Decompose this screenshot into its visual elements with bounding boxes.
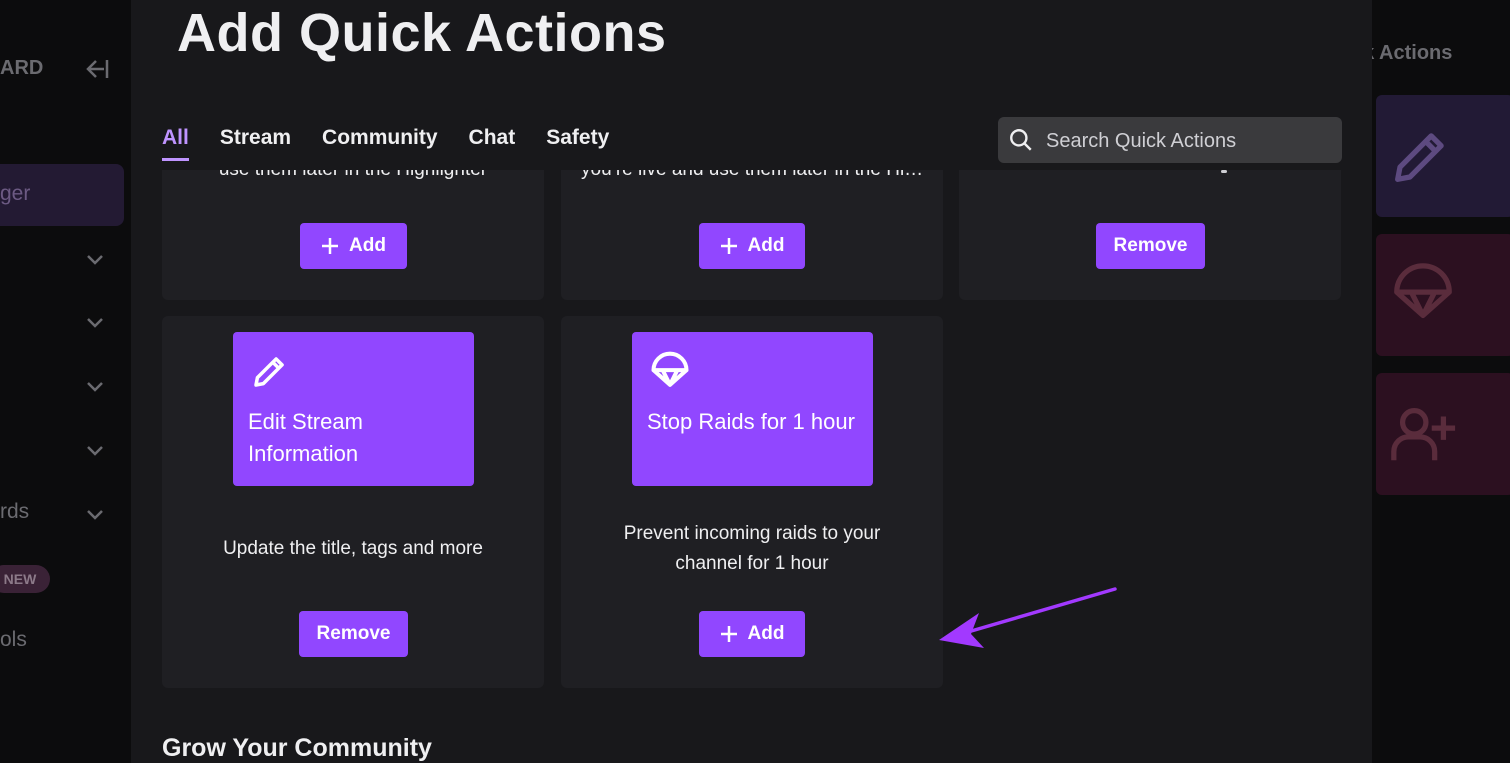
search-box[interactable]: [998, 117, 1342, 165]
background-left-nav: ARD ger rds NEW ols: [0, 0, 131, 763]
plus-icon: [720, 238, 737, 254]
quick-action-card-edit-stream-info: Edit Stream Information Update the title…: [162, 316, 544, 688]
tile-title: Edit Stream Information: [248, 409, 363, 466]
tile-title: Stop Raids for 1 hour: [647, 409, 855, 434]
card-description-line-2: channel for 1 hour: [675, 553, 829, 574]
section-heading: Grow Your Community: [162, 734, 432, 762]
nav-active-item-label: ger: [0, 182, 31, 205]
edit-stream-info-tile: Edit Stream Information: [233, 332, 474, 486]
stop-raids-tile: Stop Raids for 1 hour: [632, 332, 873, 486]
chevron-down-icon[interactable]: [84, 311, 106, 333]
tab-all[interactable]: All: [162, 126, 189, 161]
parachute-icon: [1394, 263, 1452, 319]
parachute-icon: [651, 351, 689, 387]
new-badge: NEW: [0, 565, 50, 593]
tab-chat[interactable]: Chat: [469, 126, 516, 161]
add-button-label: Add: [349, 235, 386, 256]
nav-tools-label: ols: [0, 628, 27, 651]
background-quick-actions-panel: ck Actions: [1352, 0, 1510, 763]
pencil-icon: [254, 357, 284, 387]
quick-action-card: you’re live and use them later in the Hi…: [561, 170, 943, 300]
raids-quick-action-tile[interactable]: [1376, 234, 1510, 356]
annotation-arrow-icon: [939, 587, 1117, 648]
remove-button[interactable]: Remove: [1096, 223, 1205, 269]
chevron-down-icon[interactable]: [84, 439, 106, 461]
add-button-label: Add: [747, 623, 785, 644]
add-button[interactable]: Add: [699, 223, 805, 269]
collapse-nav-icon[interactable]: [82, 57, 110, 86]
remove-button[interactable]: Remove: [299, 611, 408, 657]
tab-safety[interactable]: Safety: [546, 126, 609, 161]
plus-icon: [720, 626, 737, 642]
nav-dashboard-label: ARD: [0, 57, 44, 79]
nav-rewards-label: rds: [0, 500, 30, 523]
chevron-down-icon[interactable]: [84, 375, 106, 397]
add-user-icon: [1391, 408, 1456, 461]
pencil-icon: [1395, 133, 1444, 182]
add-button[interactable]: Add: [300, 223, 407, 269]
card-description: Update the title, tags and more: [223, 538, 483, 559]
card-description-line-1: Prevent incoming raids to your: [623, 523, 881, 544]
quick-action-card: use them later in the Highlighter Add: [162, 170, 544, 300]
quick-action-card-stop-raids: Stop Raids for 1 hour Prevent incoming r…: [561, 316, 943, 688]
quick-action-card: Remove: [959, 170, 1341, 300]
remove-button-label: Remove: [1113, 235, 1188, 256]
add-button[interactable]: Add: [699, 611, 805, 657]
plus-icon: [322, 238, 339, 254]
category-tabs: All Stream Community Chat Safety: [162, 126, 609, 161]
tab-stream[interactable]: Stream: [220, 126, 291, 161]
add-button-label: Add: [747, 235, 785, 256]
tab-community[interactable]: Community: [322, 126, 438, 161]
quick-actions-grid: use them later in the Highlighter Add yo…: [131, 170, 1372, 763]
modal-title: Add Quick Actions: [177, 3, 667, 63]
add-moderator-quick-action-tile[interactable]: [1376, 373, 1510, 495]
card-description: use them later in the Highlighter: [172, 170, 534, 185]
add-quick-actions-modal: Add Quick Actions All Stream Community C…: [131, 0, 1372, 763]
search-icon: [1010, 129, 1032, 151]
remove-button-label: Remove: [316, 623, 391, 644]
chevron-down-icon[interactable]: [84, 248, 106, 270]
truncated-text-fragment: [1221, 170, 1227, 173]
edit-stream-quick-action-tile[interactable]: [1376, 95, 1510, 217]
chevron-down-icon[interactable]: [84, 503, 106, 525]
search-input[interactable]: [1044, 117, 1338, 165]
card-description: you’re live and use them later in the Hi…: [581, 170, 927, 185]
